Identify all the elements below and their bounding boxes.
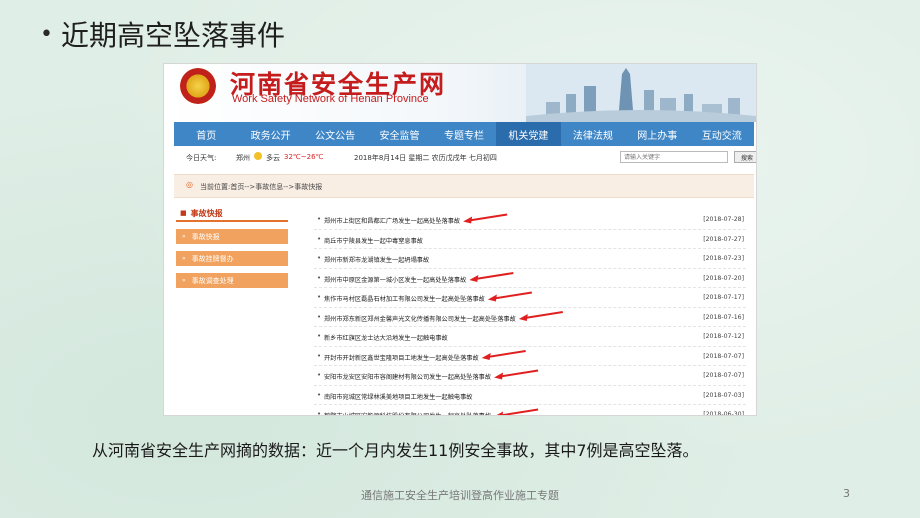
info-bar: 今日天气: 郑州 多云 32℃~26℃ 2018年8月14日 星期二 农历戊戌年… — [174, 148, 756, 166]
nav-safety-supervision[interactable]: 安全监管 — [367, 122, 431, 146]
accident-title-link[interactable]: 南阳市宛城区常绿林溪美地项目工地发生一起触电事故 — [324, 392, 473, 401]
nav-announcements[interactable]: 公文公告 — [303, 122, 367, 146]
page-number: 3 — [843, 487, 850, 500]
accident-date: [2018-07-07] — [703, 352, 744, 360]
site-name-english: Work Safety Network of Henan Province — [232, 93, 429, 105]
website-screenshot: 河南省安全生产网 Work Safety Network of Henan Pr… — [163, 63, 757, 416]
weather-city: 郑州 — [236, 154, 250, 162]
list-bullet-icon: • — [317, 293, 322, 301]
list-item[interactable]: • 南阳市宛城区常绿林溪美地项目工地发生一起触电事故 [2018-07-03] — [314, 386, 746, 405]
weather-temp: 32℃~26℃ — [284, 153, 324, 161]
breadcrumb: ◎ 当前位置:首页-->事故信息-->事故快报 — [174, 174, 754, 198]
accident-date: [2018-07-27] — [703, 235, 744, 243]
accident-date: [2018-07-07] — [703, 372, 744, 379]
accident-date: [2018-07-03] — [703, 391, 744, 399]
list-item[interactable]: • 郑州市上街区和昌都汇广场发生一起高处坠落事故 [2018-07-28] — [314, 210, 746, 230]
list-item[interactable]: • 安阳市龙安区安阳市容阁建材有限公司发生一起高处坠落事故 [2018-07-07] — [314, 366, 746, 386]
accident-title-link[interactable]: 郑州市上街区和昌都汇广场发生一起高处坠落事故 — [324, 216, 460, 225]
accident-date: [2018-07-20] — [703, 274, 744, 282]
location-pin-icon: ◎ — [186, 180, 193, 189]
search-button[interactable]: 搜索 — [734, 151, 756, 163]
sidebar-item-accident-investigation[interactable]: » 事故调查处理 — [176, 273, 288, 288]
search-input[interactable] — [620, 151, 728, 163]
national-emblem-icon — [180, 68, 216, 104]
sidebar-item-label: 事故挂牌督办 — [191, 254, 234, 263]
accident-title-link[interactable]: 鹤壁市山城区宏能源科技股份有限公司发生一起高处坠落事故 — [324, 411, 491, 415]
list-item[interactable]: • 新乡市红旗区龙士达大沿地发生一起触电事故 [2018-07-12] — [314, 327, 746, 347]
weather-desc: 多云 — [266, 154, 280, 162]
sidebar-title-text: 事故快报 — [190, 208, 223, 218]
nav-home[interactable]: 首页 — [174, 122, 238, 146]
list-item[interactable]: • 商丘市宁陵县发生一起中毒窒息事故 [2018-07-27] — [314, 230, 746, 249]
accident-list: • 郑州市上街区和昌都汇广场发生一起高处坠落事故 [2018-07-28] • 商丘市宁… — [314, 210, 746, 416]
accident-title-link[interactable]: 开封市开封新区鑫世宝隆项目工地发生一起高处坠落事故 — [324, 353, 479, 362]
square-bullet-icon: ■ — [180, 209, 187, 217]
sidebar-title: ■ 事故快报 — [176, 206, 288, 222]
sidebar-item-supervised-accidents[interactable]: » 事故挂牌督办 — [176, 251, 288, 266]
slide-title-text: 近期高空坠落事件 — [60, 19, 285, 52]
nav-party-building[interactable]: 机关党建 — [496, 122, 561, 146]
accident-date: [2018-07-23] — [703, 255, 744, 262]
sidebar-item-label: 事故调查处理 — [191, 276, 234, 285]
accident-title-link[interactable]: 新乡市红旗区龙士达大沿地发生一起触电事故 — [324, 333, 448, 342]
list-bullet-icon: • — [317, 371, 322, 379]
accident-title-link[interactable]: 郑州市郑东新区郑州金馨声光文化传播有限公司发生一起高处坠落事故 — [324, 314, 516, 323]
breadcrumb-text: 当前位置:首页-->事故信息-->事故快报 — [200, 183, 323, 191]
slide-title: • 近期高空坠落事件 — [40, 14, 285, 54]
nav-special-topics[interactable]: 专题专栏 — [432, 122, 496, 146]
list-bullet-icon: • — [317, 410, 322, 416]
list-bullet-icon: • — [317, 234, 322, 243]
double-chevron-icon: » — [182, 277, 186, 284]
list-item[interactable]: • 郑州市郑东新区郑州金馨声光文化传播有限公司发生一起高处坠落事故 [2018-07… — [314, 308, 746, 327]
slide-caption: 从河南省安全生产网摘的数据：近一个月内发生11例安全事故，其中7例是高空坠落。 — [92, 441, 699, 460]
title-bullet: • — [40, 21, 53, 47]
list-item[interactable]: • 郑州市中原区金源第一城小区发生一起高处坠落事故 [2018-07-20] — [314, 269, 746, 288]
current-date: 2018年8月14日 星期二 农历戊戌年 七月初四 — [354, 154, 497, 162]
list-item[interactable]: • 焦作市马村区磊晶石材加工有限公司发生一起高处坠落事故 [2018-07-17] — [314, 288, 746, 308]
accident-date: [2018-07-12] — [703, 333, 744, 340]
nav-government-affairs[interactable]: 政务公开 — [238, 122, 302, 146]
nav-laws-regulations[interactable]: 法律法规 — [561, 122, 625, 146]
nav-online-services[interactable]: 网上办事 — [625, 122, 689, 146]
list-bullet-icon: • — [317, 390, 322, 399]
list-bullet-icon: • — [317, 312, 322, 321]
accident-title-link[interactable]: 商丘市宁陵县发生一起中毒窒息事故 — [324, 236, 423, 245]
list-item[interactable]: • 郑州市新郑市龙湖镇发生一起坍塌事故 [2018-07-23] — [314, 249, 746, 269]
sun-cloud-icon — [254, 152, 262, 160]
accident-date: [2018-07-16] — [703, 313, 744, 321]
accident-title-link[interactable]: 郑州市新郑市龙湖镇发生一起坍塌事故 — [324, 255, 429, 264]
double-chevron-icon: » — [182, 255, 186, 262]
list-item[interactable]: • 开封市开封新区鑫世宝隆项目工地发生一起高处坠落事故 [2018-07-07] — [314, 347, 746, 366]
accident-date: [2018-07-17] — [703, 294, 744, 301]
city-skyline-icon — [526, 64, 756, 122]
weather-label: 今日天气: — [186, 154, 217, 162]
list-bullet-icon: • — [317, 351, 322, 360]
sidebar: ■ 事故快报 » 事故快报 » 事故挂牌督办 » 事故调查处理 — [176, 206, 288, 288]
sidebar-item-label: 事故快报 — [191, 232, 220, 241]
accident-title-link[interactable]: 焦作市马村区磊晶石材加工有限公司发生一起高处坠落事故 — [324, 294, 485, 303]
list-bullet-icon: • — [317, 273, 322, 282]
list-item[interactable]: •鹤壁市山城区宏能源科技股份有限公司发生一起高处坠落事故 [2018-06-30] — [314, 405, 746, 416]
list-bullet-icon: • — [317, 254, 322, 262]
main-navigation: 首页 政务公开 公文公告 安全监管 专题专栏 机关党建 法律法规 网上办事 互动… — [174, 122, 754, 146]
list-bullet-icon: • — [317, 332, 322, 340]
accident-title-link[interactable]: 安阳市龙安区安阳市容阁建材有限公司发生一起高处坠落事故 — [324, 372, 491, 381]
list-bullet-icon: • — [317, 215, 322, 223]
double-chevron-icon: » — [182, 233, 186, 240]
accident-title-link[interactable]: 郑州市中原区金源第一城小区发生一起高处坠落事故 — [324, 275, 466, 284]
nav-interaction[interactable]: 互动交流 — [690, 122, 754, 146]
accident-date: [2018-06-30] — [703, 411, 744, 416]
footer-title: 通信施工安全生产培训登高作业施工专题 — [361, 489, 559, 502]
accident-date: [2018-07-28] — [703, 216, 744, 223]
site-banner: 河南省安全生产网 Work Safety Network of Henan Pr… — [164, 64, 756, 122]
sidebar-item-accident-reports[interactable]: » 事故快报 — [176, 229, 288, 244]
